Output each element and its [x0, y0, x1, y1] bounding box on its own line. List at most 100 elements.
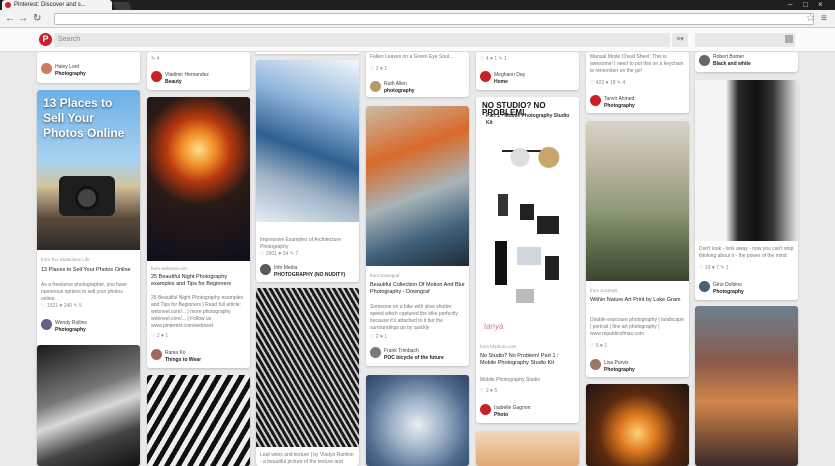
pin-card[interactable]: Haley Lord Photography [37, 52, 140, 83]
board-name[interactable]: Photography [604, 103, 635, 109]
pin-card[interactable] [147, 375, 250, 466]
pin-image[interactable] [366, 375, 469, 466]
pin-card[interactable]: Impressive Examples of Architecture Phot… [256, 60, 359, 282]
pin-image[interactable]: NO STUDIO? NO PROBLEM! Part 1 - Mobile P… [476, 97, 579, 337]
board-name[interactable]: Photography [55, 71, 86, 77]
avatar[interactable] [480, 71, 491, 82]
pin-card[interactable] [37, 345, 140, 466]
pin-card[interactable] [256, 52, 359, 54]
pinterest-logo-icon[interactable]: P [39, 33, 52, 46]
board-name[interactable]: Photo [494, 412, 508, 418]
minimize-icon[interactable]: – [788, 1, 792, 9]
pin-card[interactable] [586, 384, 689, 466]
bookmark-star-icon[interactable]: ☆ [806, 13, 815, 24]
pinner-name[interactable]: Info Media [274, 265, 297, 271]
pin-image[interactable] [37, 345, 140, 466]
pin-source[interactable]: from Too Shabulous Life [41, 256, 137, 263]
board-name[interactable]: Photography [55, 327, 86, 333]
board-name[interactable]: PHOTOGRAPHY (NO NUDITY) [274, 272, 345, 278]
pin-card[interactable]: Manual Mode Cheat Sheet. This is awesome… [586, 52, 689, 113]
pin-description: Fallen Leaves on a Green Eye Soul... [370, 54, 454, 60]
browser-tab[interactable]: Pinterest: Discover and s... [2, 0, 112, 10]
board-name[interactable]: Home [494, 79, 508, 85]
avatar[interactable] [590, 95, 601, 106]
pin-card[interactable] [476, 431, 579, 466]
pin-card[interactable]: ✎ 4 Vladimir Hernandez Beauty [147, 52, 250, 90]
back-icon[interactable]: ← [5, 13, 15, 25]
pinner-name[interactable]: Tanvir Ahmed [604, 96, 634, 102]
maximize-icon[interactable]: □ [803, 1, 808, 9]
pin-description: Double exposure photography | landscape … [590, 317, 684, 337]
pin-card[interactable]: Leaf veins and texture | by Vladyn Ramki… [256, 288, 359, 466]
avatar[interactable] [151, 349, 162, 360]
pin-image[interactable] [147, 97, 250, 261]
avatar[interactable] [699, 281, 710, 292]
board-name[interactable]: Things to Wear [165, 357, 201, 363]
avatar[interactable] [151, 71, 162, 82]
pin-stats: ♡ 2 ♥ 1 [370, 66, 388, 72]
profile-button[interactable] [695, 33, 795, 47]
board-name[interactable]: POC bicycle of the future [384, 355, 444, 361]
pinner-name[interactable]: Meghann Day [494, 72, 525, 78]
pin-card[interactable]: ♡ 4 ♥ 1 ✎ 1 Meghann Day Home [476, 52, 579, 90]
pin-image[interactable] [695, 306, 798, 466]
pin-image[interactable] [586, 121, 689, 281]
board-name[interactable]: Photography [604, 367, 635, 373]
pin-image[interactable] [256, 288, 359, 447]
board-name[interactable]: Photography [713, 289, 744, 295]
pinner-name[interactable]: Isabelle Gagnon [494, 405, 530, 411]
pinner-name[interactable]: Rania Ko [165, 350, 186, 356]
pin-card[interactable]: Don't look - look away - now you can't s… [695, 80, 798, 300]
avatar[interactable] [41, 63, 52, 74]
pin-card[interactable]: Fallen Leaves on a Green Eye Soul... ♡ 2… [366, 52, 469, 97]
avatar[interactable] [699, 55, 710, 66]
board-name[interactable]: Black and white [713, 61, 751, 67]
pinner-name[interactable]: Lisa Purvis [604, 360, 628, 366]
pin-title: No Studio? No Problem! Part 1 : Mobile P… [480, 353, 559, 366]
pin-image[interactable] [366, 106, 469, 266]
pin-source[interactable]: from Society6 [590, 287, 686, 294]
pin-image[interactable] [147, 375, 250, 466]
board-name[interactable]: Beauty [165, 79, 182, 85]
search-input[interactable]: Search [54, 33, 670, 47]
pin-description: Someone on a bike with slow shutter spee… [370, 304, 458, 331]
pinner-name[interactable]: Vladimir Hernandez [165, 72, 209, 78]
pinner-name[interactable]: Robert Bomer [713, 54, 744, 60]
pin-image[interactable] [586, 384, 689, 466]
pin-card[interactable]: NO STUDIO? NO PROBLEM! Part 1 - Mobile P… [476, 97, 579, 423]
pin-image[interactable] [695, 80, 798, 241]
new-tab-button[interactable] [112, 2, 132, 10]
pin-image[interactable] [256, 60, 359, 222]
browser-menu-icon[interactable]: ≡ [821, 13, 827, 24]
avatar[interactable] [590, 359, 601, 370]
forward-icon[interactable]: → [18, 13, 28, 25]
pin-card[interactable]: Robert Bomer Black and white [695, 52, 798, 72]
pin-card[interactable] [366, 375, 469, 466]
avatar[interactable] [370, 347, 381, 358]
pin-card[interactable]: from webneel.com 25 Beautiful Night Phot… [147, 97, 250, 368]
pin-card[interactable] [695, 306, 798, 466]
address-bar[interactable] [54, 13, 814, 25]
pin-source[interactable]: from Downgraf [370, 272, 466, 279]
reload-icon[interactable]: ↻ [33, 13, 41, 25]
pin-card[interactable]: from Society6 Within Nature Art Print by… [586, 121, 689, 377]
avatar[interactable] [41, 319, 52, 330]
browser-chrome: Pinterest: Discover and s... – □ × ← → ↻… [0, 0, 835, 28]
pinner-name[interactable]: Haley Lord [55, 64, 79, 70]
avatar[interactable] [260, 264, 271, 275]
avatar[interactable] [370, 81, 381, 92]
avatar[interactable] [480, 404, 491, 415]
close-window-icon[interactable]: × [818, 1, 823, 9]
categories-menu-button[interactable]: ≡▾ [672, 33, 688, 47]
pin-card[interactable]: from Downgraf Beautiful Collection Of Mo… [366, 106, 469, 366]
board-name[interactable]: photography [384, 88, 415, 94]
pinner-name[interactable]: Wendy Rollins [55, 320, 87, 326]
pin-image[interactable] [476, 431, 579, 466]
pin-source[interactable]: from bhphoto.com [480, 343, 576, 350]
pinner-name[interactable]: Gino Dolbino [713, 282, 742, 288]
pin-image[interactable]: 13 Places to Sell Your Photos Online [37, 90, 140, 250]
messages-icon[interactable] [785, 35, 793, 43]
pinner-name[interactable]: Frank Trimbach [384, 348, 419, 354]
pinner-name[interactable]: Ruth Allen [384, 81, 407, 87]
pin-source[interactable]: from webneel.com [151, 265, 247, 272]
